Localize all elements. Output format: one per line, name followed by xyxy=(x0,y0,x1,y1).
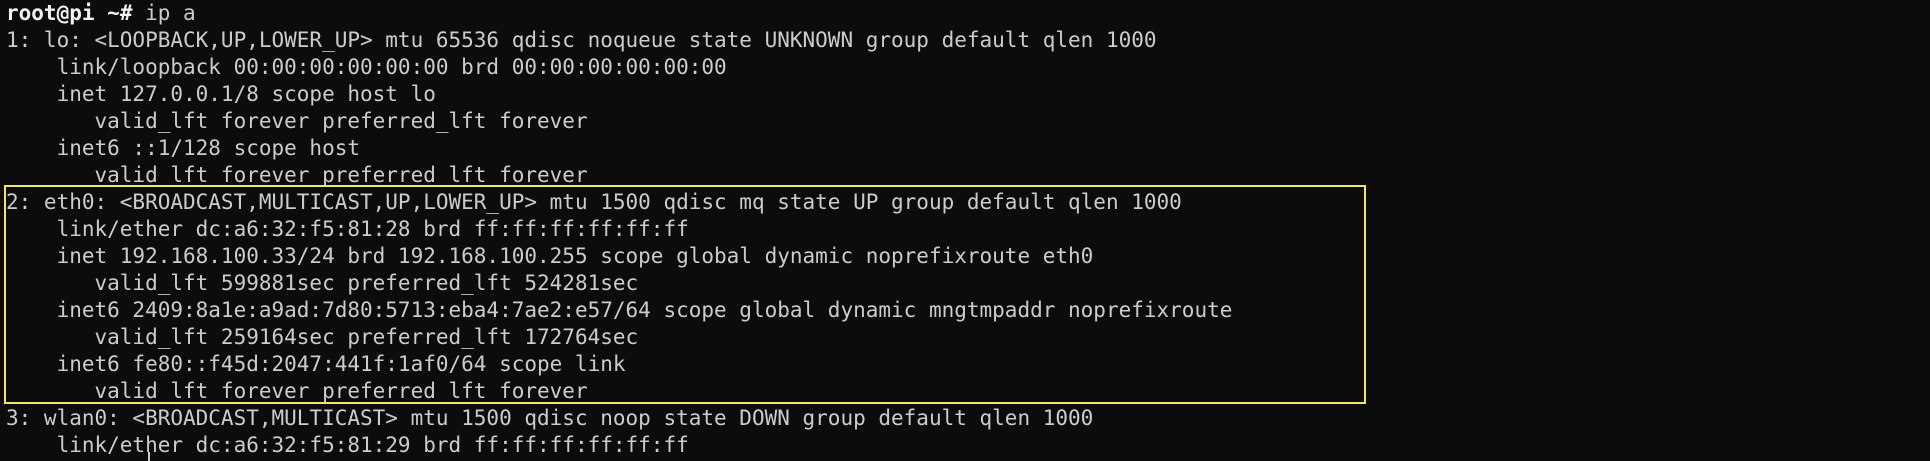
output-line-wlan0-header: 3: wlan0: <BROADCAST,MULTICAST> mtu 1500… xyxy=(6,406,1094,430)
output-line-eth0-inet6-link-lft: valid_lft forever preferred_lft forever xyxy=(6,379,588,403)
output-line-wlan0-link: link/ether dc:a6:32:f5:81:29 brd ff:ff:f… xyxy=(6,433,689,457)
output-line-eth0-link: link/ether dc:a6:32:f5:81:28 brd ff:ff:f… xyxy=(6,217,689,241)
text-cursor xyxy=(148,452,150,461)
output-line-eth0-header: 2: eth0: <BROADCAST,MULTICAST,UP,LOWER_U… xyxy=(6,190,1182,214)
output-line-lo-inet6: inet6 ::1/128 scope host xyxy=(6,136,361,160)
output-line-lo-inet-lft: valid_lft forever preferred_lft forever xyxy=(6,109,588,133)
output-line-eth0-inet6-global-lft: valid_lft 259164sec preferred_lft 172764… xyxy=(6,325,639,349)
prompt-command: ip a xyxy=(145,1,196,25)
prompt-user-host: root@pi xyxy=(6,1,95,25)
output-line-lo-header: 1: lo: <LOOPBACK,UP,LOWER_UP> mtu 65536 … xyxy=(6,28,1157,52)
output-line-lo-inet6-lft: valid_lft forever preferred_lft forever xyxy=(6,163,588,187)
prompt-symbol: # xyxy=(119,1,146,25)
output-line-lo-inet: inet 127.0.0.1/8 scope host lo xyxy=(6,82,436,106)
terminal-window[interactable]: root@pi ~# ip a 1: lo: <LOOPBACK,UP,LOWE… xyxy=(0,0,1930,461)
output-line-eth0-inet-lft: valid_lft 599881sec preferred_lft 524281… xyxy=(6,271,639,295)
output-line-lo-link: link/loopback 00:00:00:00:00:00 brd 00:0… xyxy=(6,55,727,79)
output-line-eth0-inet6-global: inet6 2409:8a1e:a9ad:7d80:5713:eba4:7ae2… xyxy=(6,298,1233,322)
prompt-line: root@pi ~# ip a xyxy=(6,0,196,27)
output-line-eth0-inet: inet 192.168.100.33/24 brd 192.168.100.2… xyxy=(6,244,1094,268)
output-line-eth0-inet6-link: inet6 fe80::f45d:2047:441f:1af0/64 scope… xyxy=(6,352,626,376)
prompt-path: ~ xyxy=(94,1,120,25)
